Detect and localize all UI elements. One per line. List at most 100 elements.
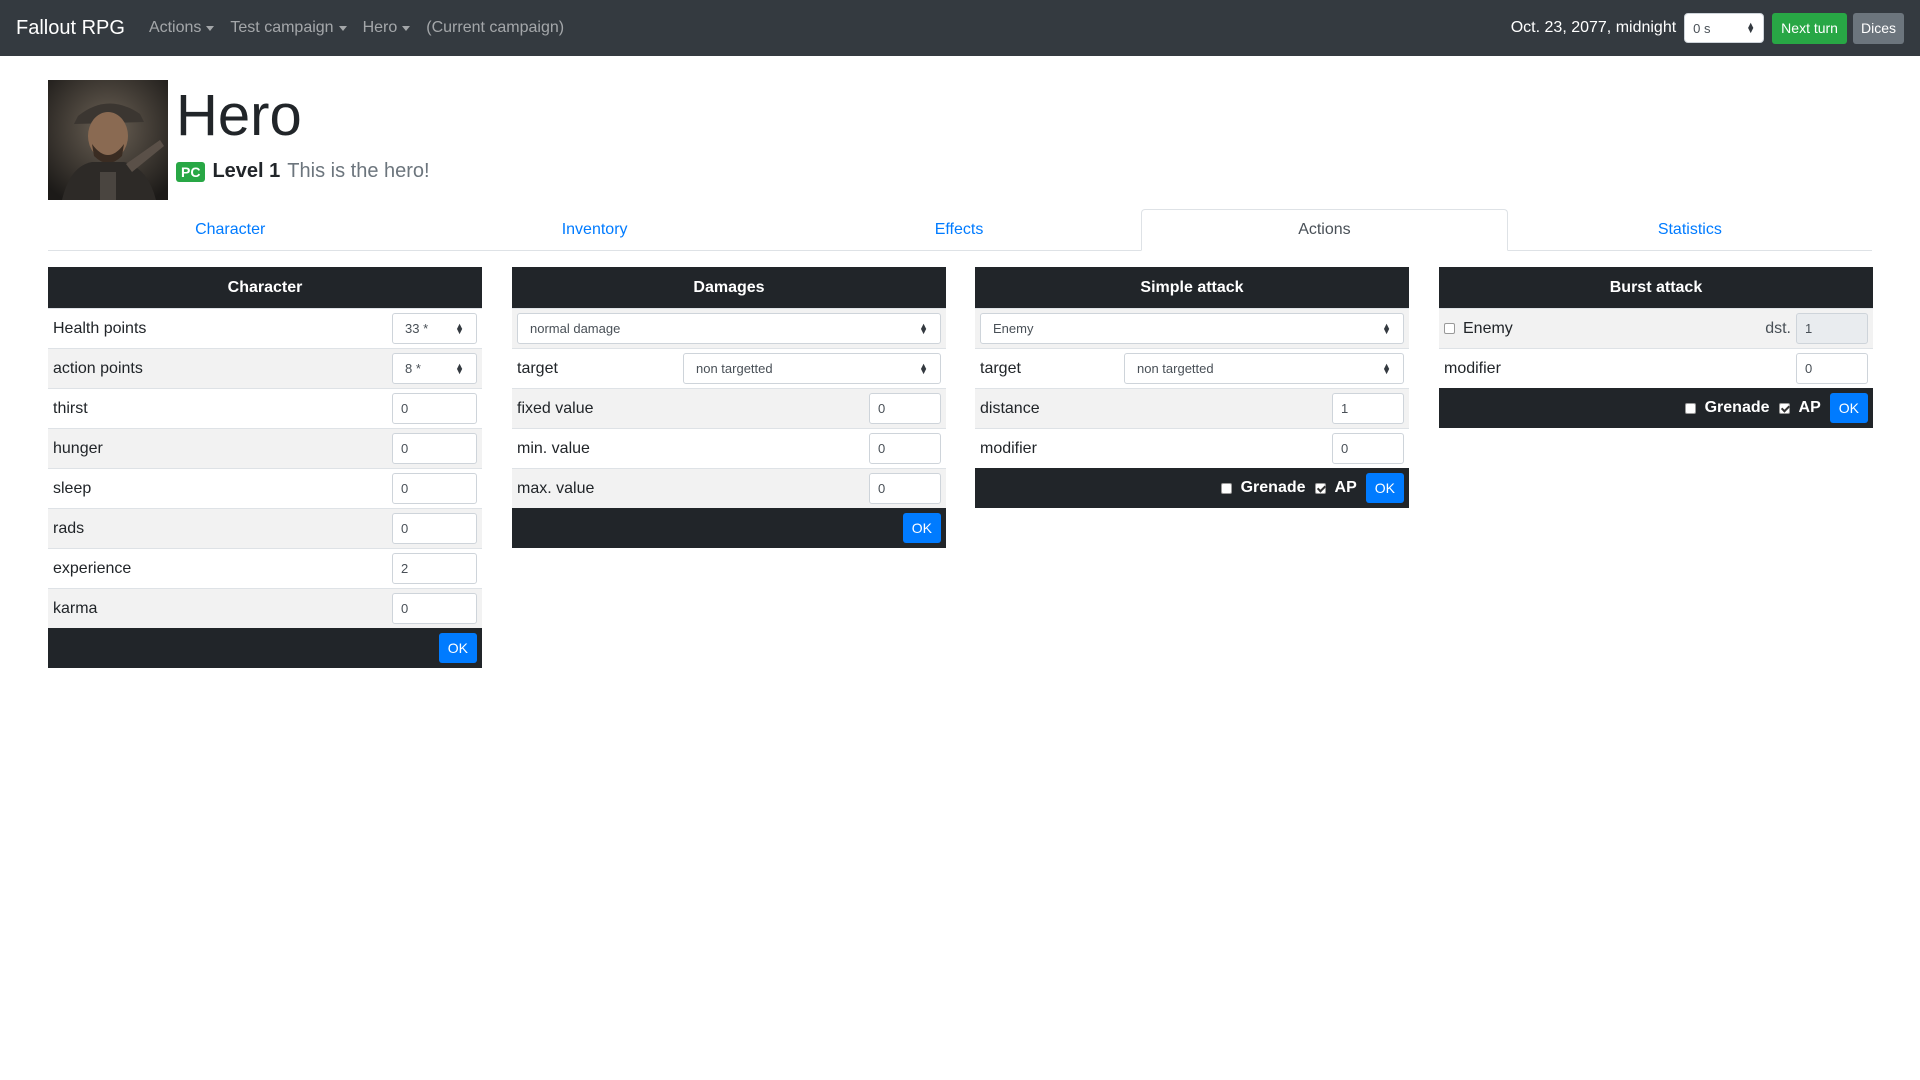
- damage-target-select[interactable]: non targetted ▲ ▼: [683, 353, 941, 384]
- select-arrows-icon: ▲ ▼: [1382, 320, 1391, 336]
- damages-ok-button[interactable]: OK: [902, 513, 941, 543]
- dst-label: dst.: [1765, 319, 1791, 337]
- character-row-hunger: hunger 0: [48, 428, 482, 468]
- nav-actions-dropdown[interactable]: Actions: [148, 19, 215, 37]
- chevron-down-icon: [338, 25, 347, 31]
- character-panel-footer: OK: [48, 628, 482, 668]
- dices-button[interactable]: Dices: [1852, 12, 1904, 44]
- fixed-value-input[interactable]: 0: [869, 393, 941, 424]
- character-row-experience: experience 2: [48, 548, 482, 588]
- modifier-input[interactable]: 0: [1332, 433, 1404, 464]
- next-turn-button[interactable]: Next turn: [1772, 12, 1847, 44]
- rads-input[interactable]: 0: [392, 513, 477, 544]
- nav-hero-dropdown[interactable]: Hero: [363, 19, 411, 37]
- nav-campaign-dropdown[interactable]: Test campaign: [230, 19, 347, 37]
- damage-type-row: normal damage ▲ ▼: [512, 308, 946, 348]
- simple-attack-panel-title: Simple attack: [975, 267, 1409, 308]
- burst-attack-panel-footer: Grenade AP OK: [1439, 388, 1873, 428]
- karma-input[interactable]: 0: [392, 593, 477, 624]
- dst-group: dst. 1: [1765, 313, 1868, 344]
- sleep-input[interactable]: 0: [392, 473, 477, 504]
- burst-modifier-input[interactable]: 0: [1796, 353, 1868, 384]
- select-value: non targetted: [696, 361, 773, 376]
- character-ok-button[interactable]: OK: [438, 633, 477, 663]
- row-label: karma: [53, 599, 98, 617]
- nav-current-campaign-link[interactable]: (Current campaign): [426, 19, 564, 37]
- select-value: 33 *: [405, 321, 429, 336]
- tab-inventory[interactable]: Inventory: [412, 209, 776, 250]
- attack-target-row: target non targetted ▲ ▼: [975, 348, 1409, 388]
- ap-checkbox[interactable]: [1314, 482, 1326, 494]
- burst-attack-rows: Enemy dst. 1 modifier 0: [1439, 308, 1873, 388]
- simple-attack-panel: Simple attack Enemy ▲ ▼ target non target…: [975, 267, 1409, 508]
- hunger-input[interactable]: 0: [392, 433, 477, 464]
- enemy-select[interactable]: Enemy ▲ ▼: [980, 313, 1404, 344]
- select-arrows-icon: ▲ ▼: [455, 360, 464, 376]
- damages-rows: normal damage ▲ ▼ target non targetted ▲ ▼…: [512, 308, 946, 508]
- max-value-input[interactable]: 0: [869, 473, 941, 504]
- character-row-thirst: thirst 0: [48, 388, 482, 428]
- burst-grenade-label: Grenade: [1704, 399, 1770, 416]
- tab-actions[interactable]: Actions: [1141, 209, 1508, 251]
- distance-input[interactable]: 1: [1332, 393, 1404, 424]
- grenade-checkbox[interactable]: [1220, 482, 1232, 494]
- select-arrows-icon: ▲ ▼: [919, 360, 928, 376]
- row-label: fixed value: [517, 399, 594, 417]
- tab-effects[interactable]: Effects: [777, 209, 1141, 250]
- row-label: modifier: [980, 439, 1037, 457]
- select-value: Enemy: [993, 321, 1034, 336]
- hero-tabs: Character Inventory Effects Actions Stat…: [48, 209, 1872, 251]
- thirst-input[interactable]: 0: [392, 393, 477, 424]
- character-row-karma: karma 0: [48, 588, 482, 628]
- row-label: target: [517, 359, 558, 377]
- burst-ap-checkbox[interactable]: [1778, 402, 1790, 414]
- damages-panel: Damages normal damage ▲ ▼ target non targ…: [512, 267, 946, 548]
- min-value-row: min. value 0: [512, 428, 946, 468]
- damage-type-select[interactable]: normal damage ▲ ▼: [517, 313, 941, 344]
- nav-actions-label: Actions: [148, 19, 202, 36]
- select-value: normal damage: [530, 321, 621, 336]
- game-date: Oct. 23, 2077, midnight: [1510, 19, 1677, 36]
- time-step-select[interactable]: 0 s ▲ ▼: [1684, 13, 1765, 43]
- level-text: Level: [212, 160, 264, 182]
- burst-attack-ok-button[interactable]: OK: [1829, 393, 1868, 423]
- health-points-select[interactable]: 33 * ▲ ▼: [392, 313, 477, 344]
- character-rows: Health points 33 * ▲ ▼ action points 8 * …: [48, 308, 482, 628]
- experience-input[interactable]: 2: [392, 553, 477, 584]
- action-points-select[interactable]: 8 * ▲ ▼: [392, 353, 477, 384]
- select-value: non targetted: [1137, 361, 1214, 376]
- hero-subline: PC Level 1 This is the hero!: [176, 160, 430, 183]
- brand-link[interactable]: Fallout RPG: [16, 17, 125, 40]
- chevron-down-icon: [206, 25, 215, 31]
- burst-enemy-checkbox[interactable]: [1444, 323, 1455, 334]
- tab-statistics[interactable]: Statistics: [1508, 209, 1872, 250]
- select-arrows-icon: ▲ ▼: [919, 320, 928, 336]
- burst-grenade-checkbox[interactable]: [1684, 402, 1696, 414]
- damages-panel-footer: OK: [512, 508, 946, 548]
- row-label: experience: [53, 559, 132, 577]
- min-value-input[interactable]: 0: [869, 433, 941, 464]
- burst-enemy-row: Enemy dst. 1: [1439, 308, 1873, 348]
- hero-name: Hero: [176, 83, 302, 148]
- simple-attack-rows: Enemy ▲ ▼ target non targetted ▲ ▼ distanc…: [975, 308, 1409, 468]
- simple-attack-panel-footer: Grenade AP OK: [975, 468, 1409, 508]
- row-label: distance: [980, 399, 1040, 417]
- row-label: target: [980, 359, 1021, 377]
- row-label: Health points: [53, 319, 147, 337]
- nav-campaign-label: Test campaign: [230, 19, 334, 36]
- select-arrows-icon: ▲ ▼: [1746, 20, 1756, 35]
- fixed-value-row: fixed value 0: [512, 388, 946, 428]
- hero-avatar: [48, 80, 168, 200]
- modifier-row: modifier 0: [975, 428, 1409, 468]
- row-label: rads: [53, 519, 85, 537]
- character-panel: Character Health points 33 * ▲ ▼ action p…: [48, 267, 482, 668]
- attack-target-select[interactable]: non targetted ▲ ▼: [1124, 353, 1404, 384]
- tab-character[interactable]: Character: [48, 209, 412, 250]
- row-label: min. value: [517, 439, 590, 457]
- select-value: 8 *: [405, 361, 421, 376]
- hero-description: This is the hero!: [287, 160, 430, 182]
- select-arrows-icon: ▲ ▼: [455, 320, 464, 336]
- nav-hero-label: Hero: [362, 19, 398, 36]
- simple-attack-ok-button[interactable]: OK: [1365, 473, 1404, 503]
- nav-right-group: Oct. 23, 2077, midnight 0 s ▲ ▼ Next turn…: [1511, 0, 1904, 56]
